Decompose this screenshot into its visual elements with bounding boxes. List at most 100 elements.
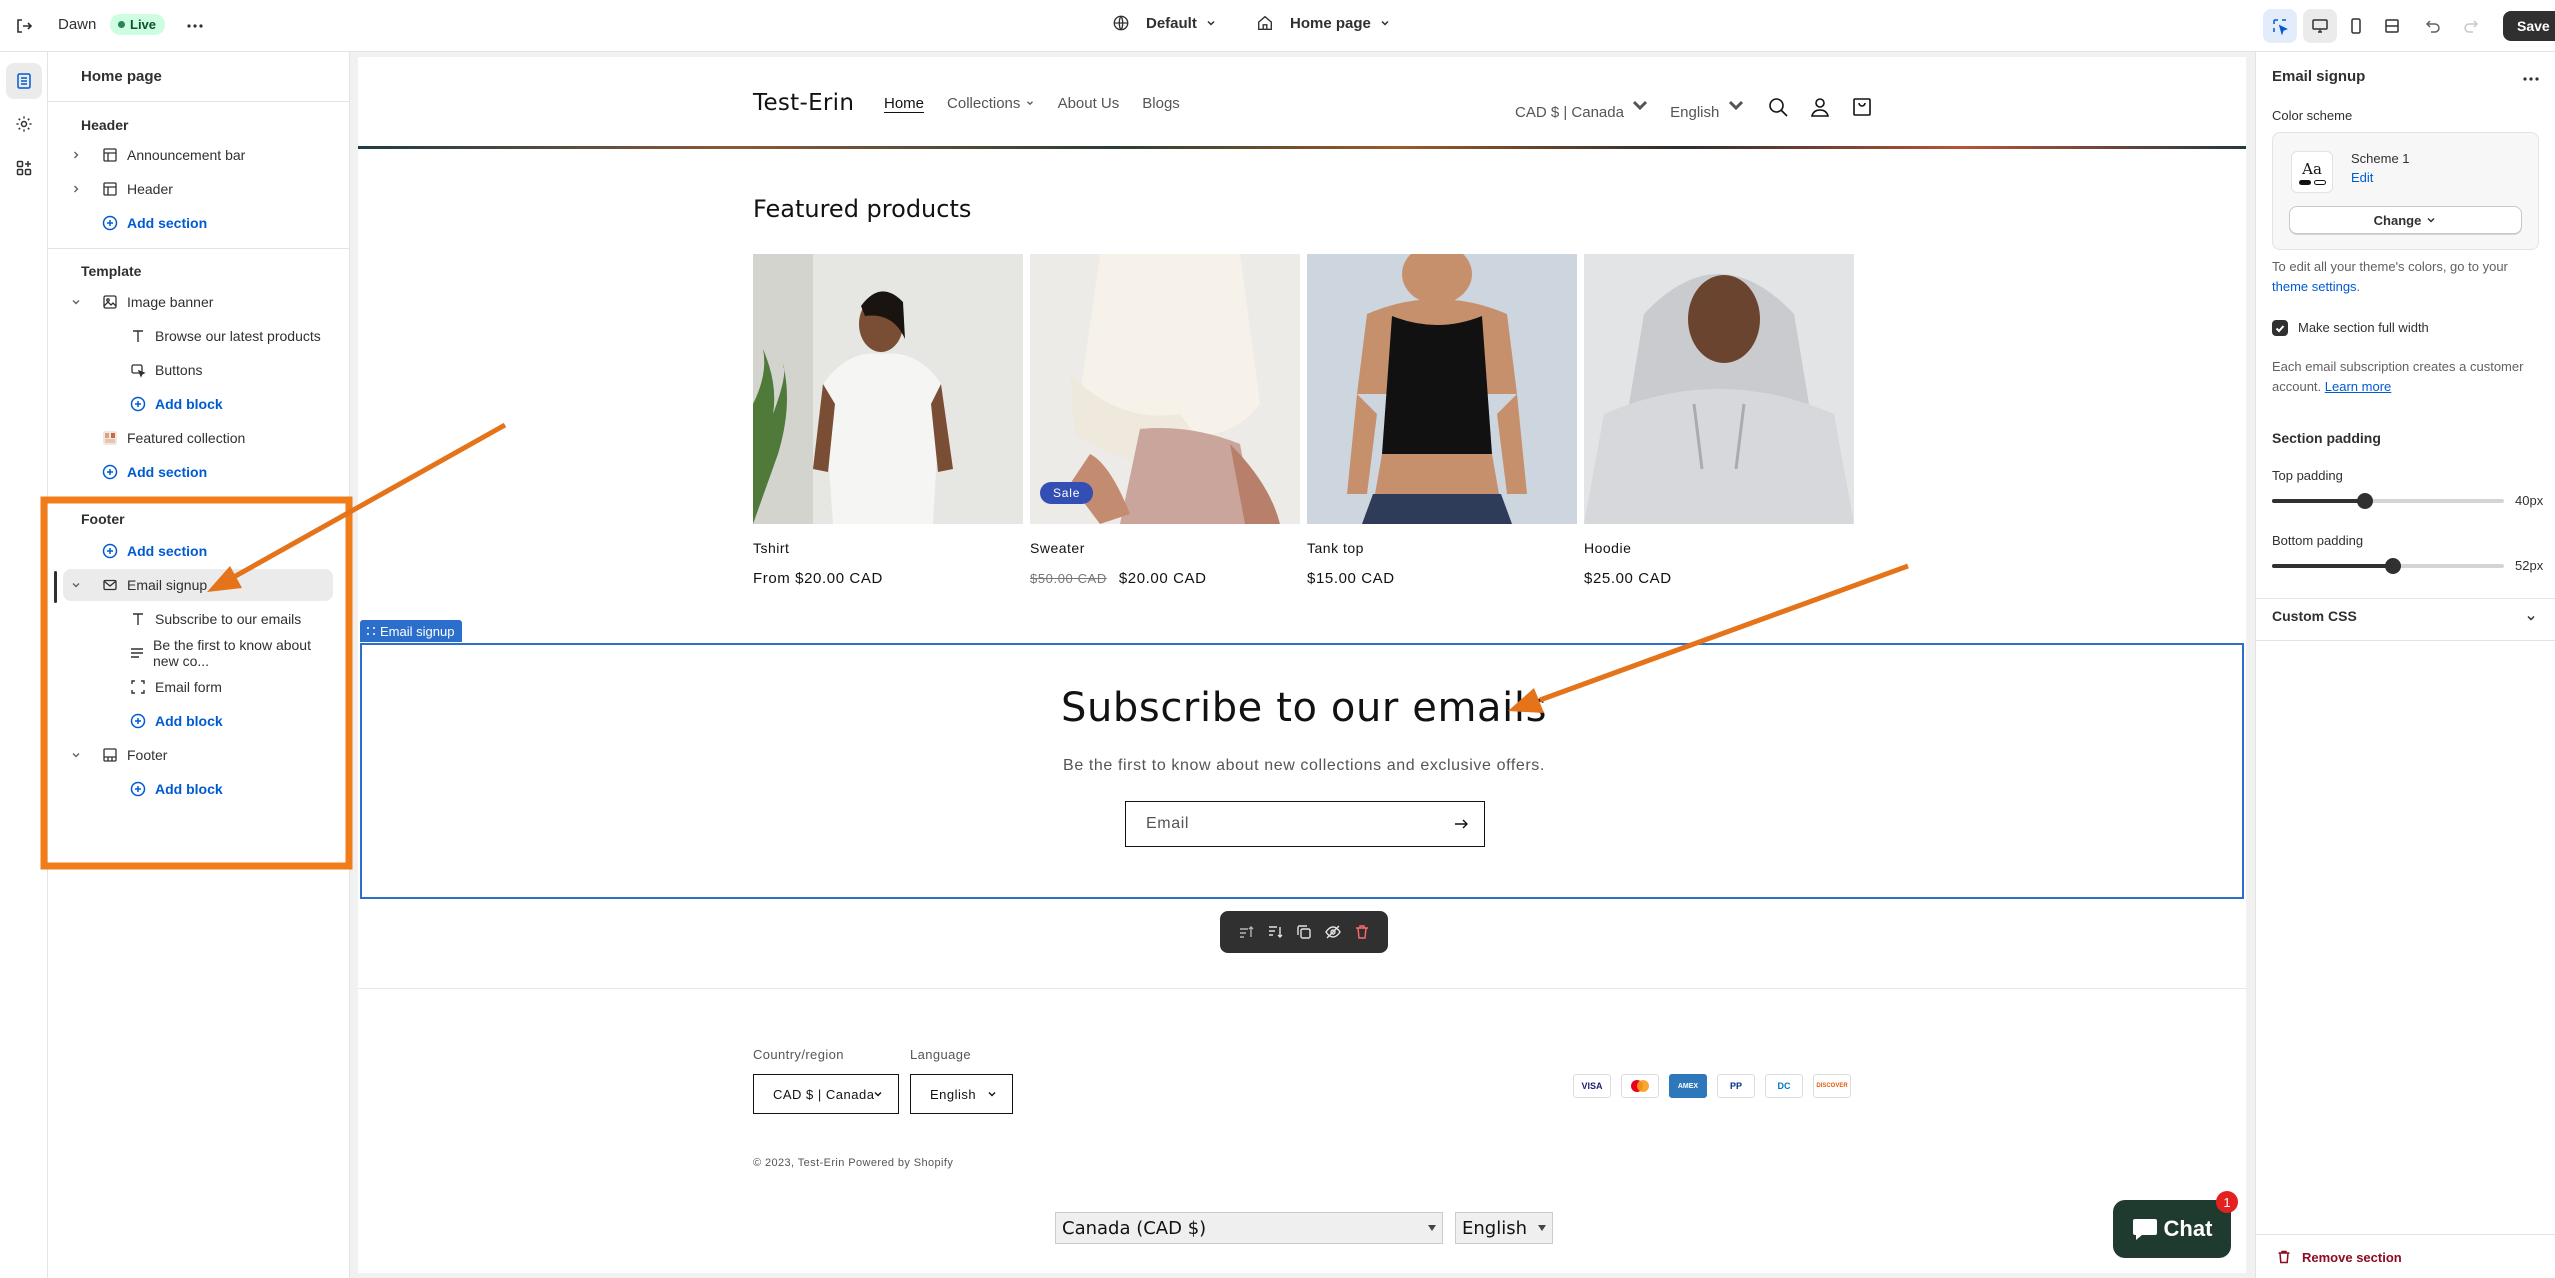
delete-icon[interactable]: [1353, 923, 1371, 941]
drag-handle-icon[interactable]: [366, 626, 376, 636]
email-input[interactable]: Email: [1125, 801, 1485, 847]
chevron-down-icon: [1381, 20, 1389, 26]
tree-item-header[interactable]: Header: [63, 173, 333, 205]
theme-preset-selector[interactable]: Default: [1112, 14, 1217, 32]
account-icon[interactable]: [1808, 95, 1832, 119]
search-icon[interactable]: [1766, 95, 1790, 119]
product-card[interactable]: Hoodie $25.00 CAD: [1584, 254, 1854, 587]
product-image-sweater[interactable]: Sale: [1030, 254, 1300, 524]
fullscreen-view-icon[interactable]: [2375, 9, 2409, 43]
nav-about[interactable]: About Us: [1058, 95, 1120, 112]
tree-block-buttons[interactable]: Buttons: [63, 354, 333, 386]
chevron-down-icon[interactable]: [69, 295, 83, 309]
tree-item-footer[interactable]: Footer: [63, 739, 333, 771]
mobile-view-icon[interactable]: [2339, 9, 2373, 43]
native-language-select[interactable]: English: [1455, 1212, 1553, 1244]
undo-icon[interactable]: [2415, 9, 2449, 43]
duplicate-icon[interactable]: [1295, 923, 1313, 941]
tree-block-browse[interactable]: Browse our latest products: [63, 320, 333, 352]
paypal-icon: PP: [1717, 1074, 1755, 1098]
sections-icon[interactable]: [6, 63, 42, 99]
email-signup-heading[interactable]: Subscribe to our emails: [362, 685, 2246, 731]
shopify-chat-button[interactable]: Chat: [2113, 1200, 2231, 1258]
tree-item-image-banner[interactable]: Image banner: [63, 286, 333, 318]
tree-item-email-signup[interactable]: Email signup: [63, 569, 333, 601]
chevron-down-icon[interactable]: [69, 748, 83, 762]
chevron-right-icon[interactable]: [69, 182, 83, 196]
cart-icon[interactable]: [1850, 95, 1874, 119]
save-button[interactable]: Save: [2503, 11, 2555, 41]
tree-block-subscribe[interactable]: Subscribe to our emails: [63, 603, 333, 635]
exit-icon[interactable]: [7, 9, 41, 43]
tree-block-label: Subscribe to our emails: [155, 611, 302, 627]
more-options-icon[interactable]: [2514, 62, 2548, 96]
top-padding-slider[interactable]: [2272, 493, 2504, 509]
copyright-store-link[interactable]: Test-Erin: [798, 1157, 845, 1169]
product-card[interactable]: Sale Sweater $50.00 CAD $20.00 CAD: [1030, 254, 1300, 587]
chevron-down-icon[interactable]: [2525, 612, 2537, 624]
theme-settings-link[interactable]: theme settings: [2272, 279, 2357, 294]
tree-block-label: Browse our latest products: [155, 328, 321, 344]
text-icon: [129, 327, 147, 345]
email-signup-section[interactable]: Subscribe to our emails Be the first to …: [360, 643, 2244, 899]
tree-item-label: Announcement bar: [127, 147, 246, 163]
full-width-checkbox[interactable]: [2272, 320, 2288, 336]
scheme-edit-link[interactable]: Edit: [2351, 170, 2373, 185]
add-block-banner[interactable]: Add block: [63, 388, 333, 420]
redo-icon[interactable]: [2455, 9, 2489, 43]
diners-club-icon: DC: [1765, 1074, 1803, 1098]
tree-item-featured-collection[interactable]: Featured collection: [63, 422, 333, 454]
product-card[interactable]: Tshirt From $20.00 CAD: [753, 254, 1023, 587]
email-signup-subtext[interactable]: Be the first to know about new collectio…: [362, 757, 2246, 775]
footer-country-select[interactable]: CAD $ | Canada: [753, 1074, 899, 1114]
product-name[interactable]: Sweater: [1030, 540, 1300, 556]
add-section-header[interactable]: Add section: [63, 207, 333, 239]
remove-section-button[interactable]: Remove section: [2276, 1249, 2402, 1265]
apps-icon[interactable]: [6, 150, 42, 186]
nav-collections[interactable]: Collections: [947, 95, 1035, 112]
add-section-footer[interactable]: Add section: [63, 535, 333, 567]
nav-home[interactable]: Home: [884, 95, 924, 112]
inspector-toggle-icon[interactable]: [2263, 9, 2297, 43]
hide-icon[interactable]: [1324, 923, 1342, 941]
product-image-tank-top[interactable]: [1307, 254, 1577, 524]
more-actions-icon[interactable]: [178, 9, 212, 43]
chevron-right-icon[interactable]: [69, 148, 83, 162]
language-selector[interactable]: English: [1670, 93, 1747, 121]
full-width-label[interactable]: Make section full width: [2298, 320, 2429, 335]
store-logo[interactable]: Test-Erin: [753, 90, 854, 116]
product-card[interactable]: Tank top $15.00 CAD: [1307, 254, 1577, 587]
currency-selector[interactable]: CAD $ | Canada: [1515, 93, 1652, 121]
section-tag-email-signup[interactable]: Email signup: [360, 620, 463, 642]
footer-language-select[interactable]: English: [910, 1074, 1013, 1114]
theme-settings-gear-icon[interactable]: [6, 106, 42, 142]
live-dot-icon: [118, 21, 125, 28]
chevron-down-icon[interactable]: [69, 578, 83, 592]
slider-thumb[interactable]: [2357, 493, 2373, 509]
product-image-hoodie[interactable]: [1584, 254, 1854, 524]
product-name[interactable]: Hoodie: [1584, 540, 1854, 556]
tree-block-paragraph[interactable]: Be the first to know about new co...: [63, 637, 333, 669]
desktop-view-icon[interactable]: [2303, 9, 2337, 43]
nav-blogs[interactable]: Blogs: [1142, 95, 1180, 112]
page-selector[interactable]: Home page: [1256, 14, 1391, 32]
learn-more-link[interactable]: Learn more: [2325, 379, 2391, 394]
submit-arrow-icon[interactable]: [1452, 815, 1470, 833]
powered-by-link[interactable]: Powered by Shopify: [848, 1157, 953, 1169]
native-country-select[interactable]: Canada (CAD $): [1055, 1212, 1443, 1244]
change-scheme-button[interactable]: Change: [2289, 206, 2522, 234]
bottom-padding-slider[interactable]: [2272, 558, 2504, 574]
add-section-template[interactable]: Add section: [63, 456, 333, 488]
tree-block-email-form[interactable]: Email form: [63, 671, 333, 703]
move-up-icon[interactable]: [1237, 923, 1255, 941]
tree-item-announcement-bar[interactable]: Announcement bar: [63, 139, 333, 171]
bottom-padding-label: Bottom padding: [2272, 533, 2364, 548]
product-name[interactable]: Tshirt: [753, 540, 1023, 556]
add-block-footer[interactable]: Add block: [63, 773, 333, 805]
move-down-icon[interactable]: [1266, 923, 1284, 941]
add-block-email[interactable]: Add block: [63, 705, 333, 737]
custom-css-heading[interactable]: Custom CSS: [2272, 608, 2357, 624]
slider-thumb[interactable]: [2385, 558, 2401, 574]
product-name[interactable]: Tank top: [1307, 540, 1577, 556]
product-image-tshirt[interactable]: [753, 254, 1023, 524]
